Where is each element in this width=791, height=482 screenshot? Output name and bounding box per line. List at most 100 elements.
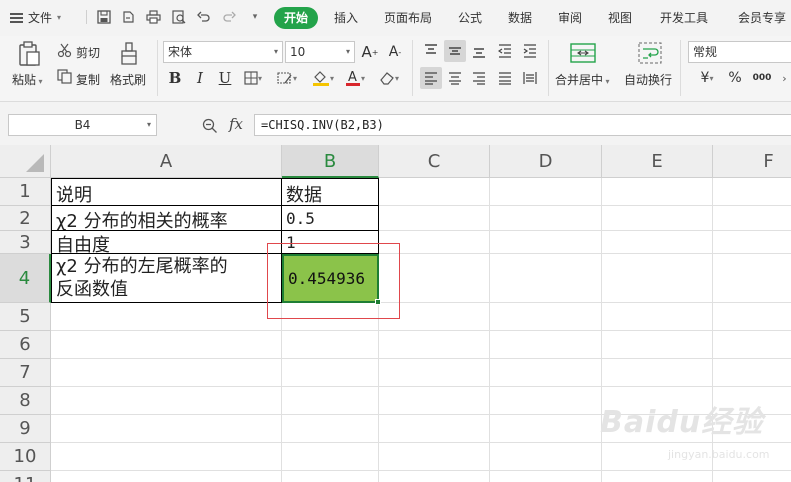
justify-icon[interactable] [494,67,516,89]
row-header-1[interactable]: 1 [0,178,51,206]
tab-page-layout[interactable]: 页面布局 [382,7,434,29]
tab-insert[interactable]: 插入 [332,7,360,29]
name-box-value: B4 [74,118,91,132]
gridline [51,386,791,387]
align-bottom-icon[interactable] [468,40,490,62]
row-header-9[interactable]: 9 [0,415,51,443]
row-header-11[interactable]: 11 [0,471,51,482]
paste-label: 粘贴 [12,73,37,87]
export-pdf-icon[interactable] [120,9,136,25]
italic-icon[interactable]: I [191,68,209,88]
zoom-icon[interactable] [202,118,218,137]
watermark-brand: Baidu经验 [600,405,764,440]
align-middle-icon[interactable] [444,40,466,62]
fill-color-icon[interactable]: ▾ [308,68,338,88]
currency-icon[interactable]: ¥ ▾ [694,68,720,88]
clear-format-icon[interactable]: ▾ [374,68,404,88]
chevron-down-icon: ▾ [345,47,350,56]
redo-icon[interactable] [221,9,237,25]
name-box[interactable]: B4 ▾ [8,114,157,136]
row-header-5[interactable]: 5 [0,303,51,331]
row-header-6[interactable]: 6 [0,331,51,359]
row-header-4[interactable]: 4 [0,254,51,303]
save-icon[interactable] [96,9,112,25]
cell-style-icon[interactable]: ▾ [274,68,300,88]
table-border [51,205,379,206]
number-format-select[interactable]: 常规 [688,41,791,63]
cell-b2[interactable]: 0.5 [282,209,378,230]
font-size-value: 10 [290,45,306,59]
merge-center-button[interactable]: 合并居中 ▾ [555,71,610,88]
copy-button[interactable]: 复制 [76,71,100,88]
svg-text:A: A [348,70,357,85]
font-name-select[interactable]: 宋体 ▾ [163,41,283,63]
chevron-down-icon: ▾ [57,13,62,22]
file-menu[interactable]: 文件 ▾ [10,9,61,26]
row-header-8[interactable]: 8 [0,387,51,415]
format-painter-icon[interactable] [116,40,142,68]
customize-toolbar-icon[interactable]: ▾ [247,9,263,25]
align-left-icon[interactable] [420,67,442,89]
insert-function-button[interactable]: fx [229,115,243,133]
column-header-b[interactable]: B [282,145,379,178]
select-all-button[interactable] [0,145,51,178]
font-name-value: 宋体 [168,45,193,59]
row-header-3[interactable]: 3 [0,231,51,254]
scissors-icon[interactable] [56,42,72,58]
merge-center-icon[interactable] [568,40,598,66]
wrap-text-icon[interactable] [635,40,665,66]
wrap-text-button[interactable]: 自动换行 [624,71,672,88]
bold-icon[interactable]: B [166,68,184,88]
column-header-d[interactable]: D [490,145,602,178]
increase-font-icon[interactable]: A + [360,41,380,63]
tab-member[interactable]: 会员专享 [736,7,788,29]
highlight-box [267,243,400,319]
increase-indent-icon[interactable] [519,40,541,62]
format-painter-button[interactable]: 格式刷 [110,71,146,88]
row-header-7[interactable]: 7 [0,359,51,387]
tab-formulas[interactable]: 公式 [456,7,484,29]
more-number-format-icon[interactable]: › [778,68,791,88]
column-header-c[interactable]: C [379,145,490,178]
column-header-e[interactable]: E [602,145,713,178]
tab-home[interactable]: 开始 [274,7,319,29]
spreadsheet-grid: A B C D E F 1 2 3 4 5 6 7 8 9 10 11 说明 数… [0,145,791,482]
row-header-2[interactable]: 2 [0,206,51,231]
align-top-icon[interactable] [420,40,442,62]
separator [86,10,87,24]
font-size-select[interactable]: 10 ▾ [285,41,355,63]
borders-icon[interactable]: ▾ [241,68,265,88]
cell-b1[interactable]: 数据 [282,181,378,205]
column-header-f[interactable]: F [713,145,791,178]
cut-button[interactable]: 剪切 [76,44,100,61]
paste-icon[interactable] [14,40,44,68]
tab-data[interactable]: 数据 [506,7,534,29]
decrease-indent-icon[interactable] [494,40,516,62]
print-icon[interactable] [145,9,161,25]
cell-a4[interactable]: χ2 分布的左尾概率的 反函数值 [52,255,281,302]
paste-button[interactable]: 粘贴 ▾ [12,71,43,88]
row-header-10[interactable]: 10 [0,443,51,471]
align-right-icon[interactable] [468,67,490,89]
decrease-font-icon[interactable]: A- [385,41,405,63]
distributed-align-icon[interactable] [519,67,541,89]
print-preview-icon[interactable] [171,9,187,25]
tab-review[interactable]: 审阅 [556,7,584,29]
thousands-separator-button[interactable]: 000 [751,68,773,88]
formula-input[interactable]: =CHISQ.INV(B2,B3) [254,114,791,136]
percent-button[interactable]: % [726,68,744,88]
cell-a1[interactable]: 说明 [52,181,281,205]
column-header-a[interactable]: A [51,145,282,178]
gridline [51,358,791,359]
align-center-icon[interactable] [444,67,466,89]
tab-view[interactable]: 视图 [606,7,634,29]
tab-developer[interactable]: 开发工具 [658,7,710,29]
font-color-icon[interactable]: A ▾ [342,68,368,88]
underline-icon[interactable]: U [216,68,234,88]
merge-center-label: 合并居中 [555,73,604,87]
undo-icon[interactable] [196,9,212,25]
cell-a2[interactable]: χ2 分布的相关的概率 [52,207,281,230]
copy-icon[interactable] [56,68,72,84]
separator [548,40,549,96]
cell-a3[interactable]: 自由度 [52,231,281,253]
